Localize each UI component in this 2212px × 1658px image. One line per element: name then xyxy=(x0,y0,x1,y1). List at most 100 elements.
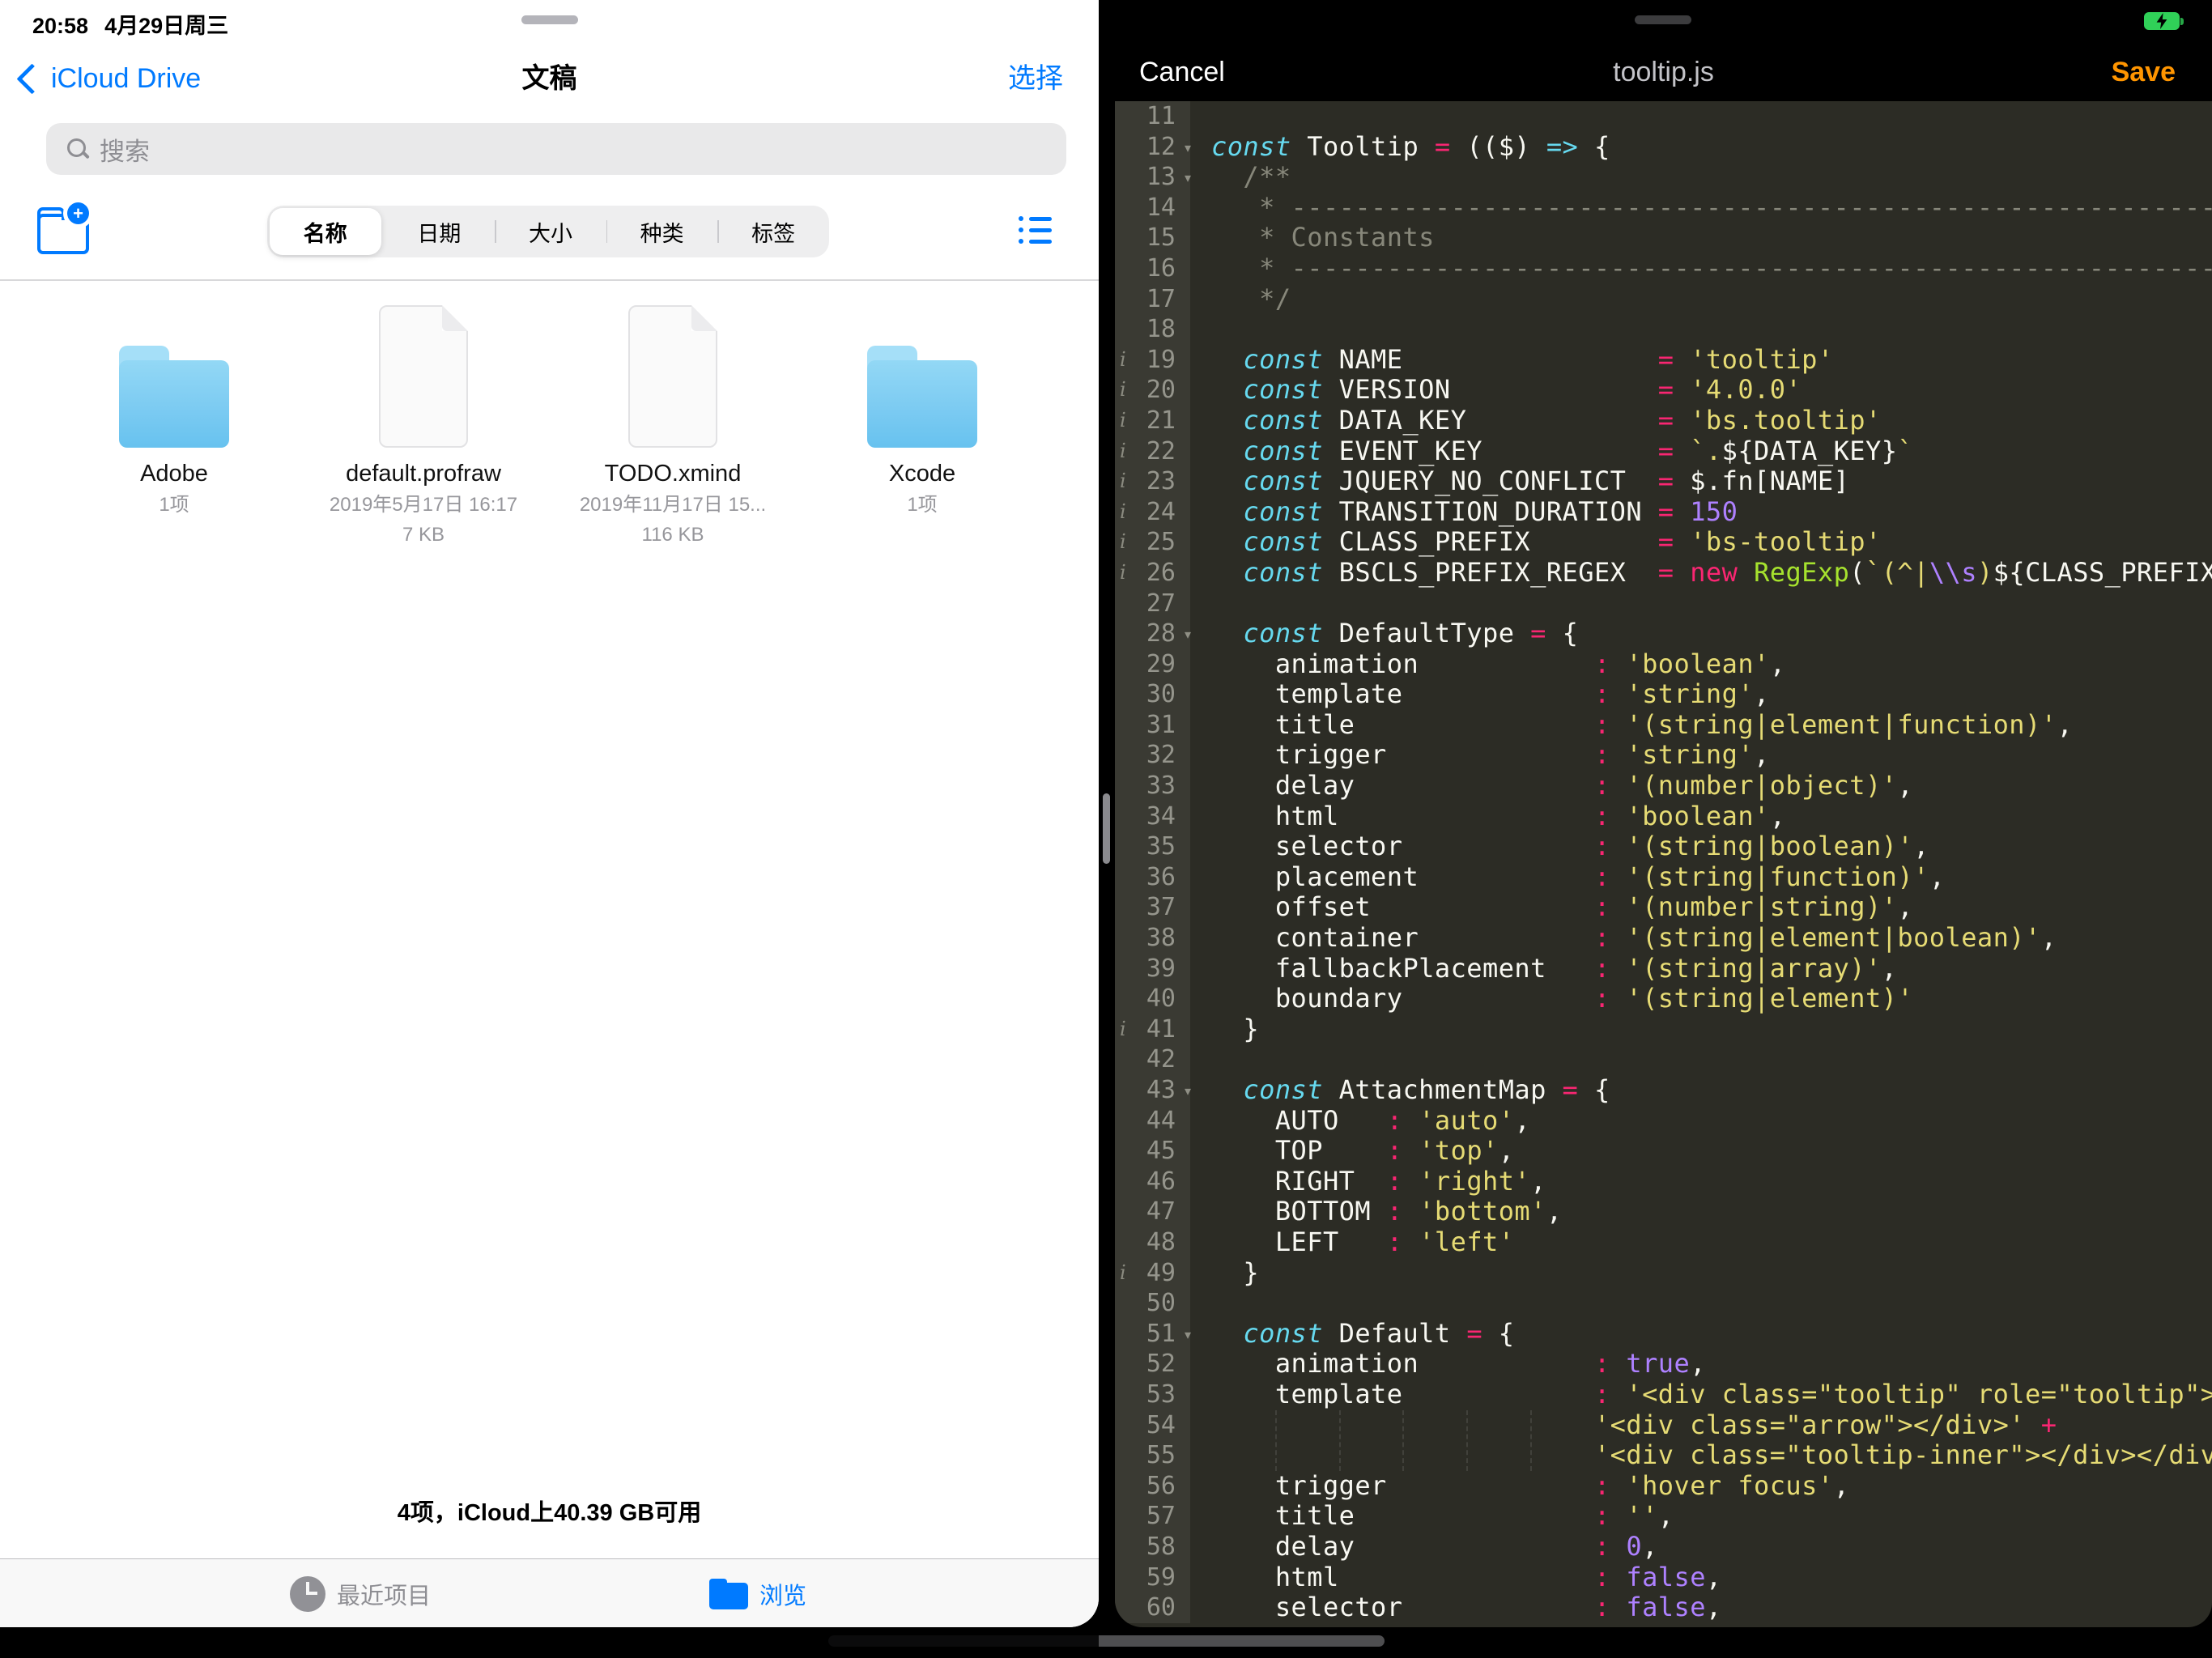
file-item[interactable]: TODO.xmind2019年11月17日 15...116 KB xyxy=(548,305,798,547)
tab-bar-item-最近项目[interactable]: 最近项目 xyxy=(290,1559,431,1627)
code-line-31[interactable]: 31 title : '(string|element|function)', xyxy=(1115,710,2212,741)
code-line-22[interactable]: i22 const EVENT_KEY = `.${DATA_KEY}` xyxy=(1115,436,2212,467)
code-text[interactable]: animation : true, xyxy=(1190,1349,2212,1380)
code-line-18[interactable]: 18 xyxy=(1115,314,2212,345)
code-line-40[interactable]: 40 boundary : '(string|element)' xyxy=(1115,984,2212,1014)
code-text[interactable]: html : 'boolean', xyxy=(1190,801,2212,832)
code-text[interactable]: const EVENT_KEY = `.${DATA_KEY}` xyxy=(1190,436,2212,467)
code-line-27[interactable]: 27 xyxy=(1115,589,2212,619)
file-item[interactable]: default.profraw2019年5月17日 16:177 KB xyxy=(299,305,548,547)
code-line-51[interactable]: 51▾ const Default = { xyxy=(1115,1319,2212,1350)
code-text[interactable]: delay : '(number|object)', xyxy=(1190,771,2212,801)
tab-bar-item-浏览[interactable]: 浏览 xyxy=(709,1559,806,1627)
code-line-20[interactable]: i20 const VERSION = '4.0.0' xyxy=(1115,375,2212,406)
code-text[interactable]: const Tooltip = (($) => { xyxy=(1190,132,2212,163)
code-text[interactable]: const DATA_KEY = 'bs.tooltip' xyxy=(1190,406,2212,436)
code-text[interactable]: } xyxy=(1190,1258,2212,1289)
code-line-46[interactable]: 46 RIGHT : 'right', xyxy=(1115,1167,2212,1197)
code-line-26[interactable]: i26 const BSCLS_PREFIX_REGEX = new RegEx… xyxy=(1115,558,2212,589)
code-line-45[interactable]: 45 TOP : 'top', xyxy=(1115,1136,2212,1167)
fold-arrow-icon[interactable]: ▾ xyxy=(1185,1077,1191,1106)
file-item[interactable]: Xcode1项 xyxy=(798,305,1047,517)
code-line-16[interactable]: 16 * -----------------------------------… xyxy=(1115,253,2212,284)
fold-arrow-icon[interactable]: ▾ xyxy=(1185,620,1191,649)
code-text[interactable]: const Default = { xyxy=(1190,1319,2212,1350)
fold-arrow-icon[interactable]: ▾ xyxy=(1185,1320,1191,1350)
code-line-11[interactable]: 11 xyxy=(1115,101,2212,132)
code-text[interactable]: const NAME = 'tooltip' xyxy=(1190,345,2212,376)
code-text[interactable] xyxy=(1190,314,2212,345)
code-line-19[interactable]: i19 const NAME = 'tooltip' xyxy=(1115,345,2212,376)
code-text[interactable]: trigger : 'hover focus', xyxy=(1190,1471,2212,1502)
code-text[interactable] xyxy=(1190,589,2212,619)
code-line-12[interactable]: 12▾const Tooltip = (($) => { xyxy=(1115,132,2212,163)
window-drag-handle-left[interactable] xyxy=(521,15,578,24)
code-line-47[interactable]: 47 BOTTOM : 'bottom', xyxy=(1115,1197,2212,1227)
code-text[interactable]: selector : '(string|boolean)', xyxy=(1190,831,2212,862)
fold-arrow-icon[interactable]: ▾ xyxy=(1185,164,1191,193)
code-text[interactable]: /** xyxy=(1190,162,2212,193)
code-line-21[interactable]: i21 const DATA_KEY = 'bs.tooltip' xyxy=(1115,406,2212,436)
home-indicator[interactable] xyxy=(828,1635,1385,1647)
code-line-54[interactable]: 54 '<div class="arrow"></div>' + xyxy=(1115,1410,2212,1441)
code-line-33[interactable]: 33 delay : '(number|object)', xyxy=(1115,771,2212,801)
select-button[interactable]: 选择 xyxy=(1008,58,1063,99)
code-text[interactable]: title : '', xyxy=(1190,1501,2212,1532)
code-line-41[interactable]: i41 } xyxy=(1115,1014,2212,1045)
code-line-34[interactable]: 34 html : 'boolean', xyxy=(1115,801,2212,832)
save-button[interactable]: Save xyxy=(2112,57,2176,88)
code-text[interactable]: TOP : 'top', xyxy=(1190,1136,2212,1167)
code-text[interactable]: delay : 0, xyxy=(1190,1532,2212,1562)
code-line-23[interactable]: i23 const JQUERY_NO_CONFLICT = $.fn[NAME… xyxy=(1115,466,2212,497)
code-line-55[interactable]: 55 '<div class="tooltip-inner"></div></d… xyxy=(1115,1440,2212,1471)
code-text[interactable]: fallbackPlacement : '(string|array)', xyxy=(1190,954,2212,984)
code-text[interactable]: placement : '(string|function)', xyxy=(1190,862,2212,893)
code-text[interactable]: title : '(string|element|function)', xyxy=(1190,710,2212,741)
code-line-14[interactable]: 14 * -----------------------------------… xyxy=(1115,193,2212,223)
split-view-divider-handle[interactable] xyxy=(1103,793,1110,864)
code-line-57[interactable]: 57 title : '', xyxy=(1115,1501,2212,1532)
code-text[interactable]: '<div class="tooltip-inner"></div></div>… xyxy=(1190,1440,2212,1471)
code-line-17[interactable]: 17 */ xyxy=(1115,284,2212,315)
code-line-30[interactable]: 30 template : 'string', xyxy=(1115,679,2212,710)
sort-tab-日期[interactable]: 日期 xyxy=(384,206,496,257)
code-text[interactable]: html : false, xyxy=(1190,1562,2212,1593)
code-text[interactable]: template : '<div class="tooltip" role="t… xyxy=(1190,1380,2212,1410)
code-line-58[interactable]: 58 delay : 0, xyxy=(1115,1532,2212,1562)
code-text[interactable]: template : 'string', xyxy=(1190,679,2212,710)
code-text[interactable]: '<div class="arrow"></div>' + xyxy=(1190,1410,2212,1441)
code-line-56[interactable]: 56 trigger : 'hover focus', xyxy=(1115,1471,2212,1502)
new-folder-button[interactable]: + xyxy=(37,204,91,253)
code-line-53[interactable]: 53 template : '<div class="tooltip" role… xyxy=(1115,1380,2212,1410)
code-line-48[interactable]: 48 LEFT : 'left' xyxy=(1115,1227,2212,1258)
code-line-13[interactable]: 13▾ /** xyxy=(1115,162,2212,193)
sort-tab-名称[interactable]: 名称 xyxy=(270,208,381,255)
code-text[interactable]: AUTO : 'auto', xyxy=(1190,1106,2212,1137)
file-item[interactable]: Adobe1项 xyxy=(49,305,299,517)
code-text[interactable]: selector : false, xyxy=(1190,1592,2212,1623)
code-line-49[interactable]: i49 } xyxy=(1115,1258,2212,1289)
code-line-15[interactable]: 15 * Constants xyxy=(1115,223,2212,253)
code-editor[interactable]: 1112▾const Tooltip = (($) => {13▾ /**14 … xyxy=(1115,101,2212,1627)
code-text[interactable] xyxy=(1190,101,2212,132)
window-drag-handle-right[interactable] xyxy=(1635,15,1691,24)
code-text[interactable]: container : '(string|element|boolean)', xyxy=(1190,923,2212,954)
code-text[interactable]: LEFT : 'left' xyxy=(1190,1227,2212,1258)
code-text[interactable]: const TRANSITION_DURATION = 150 xyxy=(1190,497,2212,528)
code-text[interactable]: * Constants xyxy=(1190,223,2212,253)
sort-tab-种类[interactable]: 种类 xyxy=(606,206,718,257)
code-line-50[interactable]: 50 xyxy=(1115,1288,2212,1319)
code-text[interactable]: const JQUERY_NO_CONFLICT = $.fn[NAME] xyxy=(1190,466,2212,497)
code-line-42[interactable]: 42 xyxy=(1115,1044,2212,1075)
code-line-39[interactable]: 39 fallbackPlacement : '(string|array)', xyxy=(1115,954,2212,984)
code-line-35[interactable]: 35 selector : '(string|boolean)', xyxy=(1115,831,2212,862)
code-line-36[interactable]: 36 placement : '(string|function)', xyxy=(1115,862,2212,893)
code-text[interactable]: trigger : 'string', xyxy=(1190,740,2212,771)
code-text[interactable]: const CLASS_PREFIX = 'bs-tooltip' xyxy=(1190,527,2212,558)
code-text[interactable]: BOTTOM : 'bottom', xyxy=(1190,1197,2212,1227)
code-line-60[interactable]: 60 selector : false, xyxy=(1115,1592,2212,1623)
code-text[interactable]: const DefaultType = { xyxy=(1190,619,2212,649)
code-text[interactable]: * --------------------------------------… xyxy=(1190,193,2212,223)
code-line-38[interactable]: 38 container : '(string|element|boolean)… xyxy=(1115,923,2212,954)
code-text[interactable]: const BSCLS_PREFIX_REGEX = new RegExp(`(… xyxy=(1190,558,2212,589)
